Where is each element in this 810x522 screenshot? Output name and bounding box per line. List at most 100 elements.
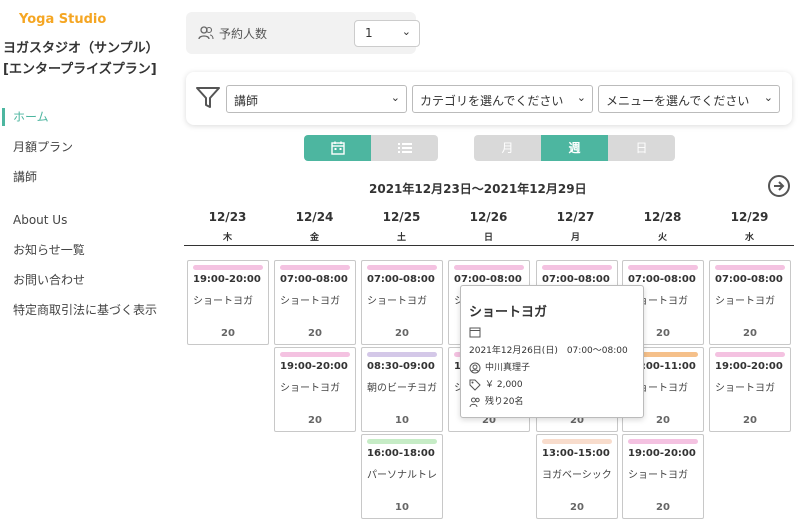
lesson-time: 07:00-08:00 [367,274,435,285]
day-weekday: 金 [309,233,319,243]
lesson-time: 19:00-20:00 [193,274,261,285]
lesson-capacity: 20 [743,415,757,426]
chevron-down-icon: ⌄ [763,91,773,104]
day-weekday: 月 [570,233,580,243]
tag-icon [469,379,481,391]
lesson-time: 16:00-18:00 [367,448,435,459]
lesson-capacity: 20 [221,328,235,339]
day-header: 12/28 火 [619,205,706,243]
period-toggle: 月 週 日 [474,135,675,161]
nav-item-home[interactable]: ホーム [0,102,170,132]
lesson-time: 08:30-09:00 [367,361,435,372]
lesson-title: ショートヨガ [628,470,688,481]
lesson-card[interactable]: 16:00-18:00 パーソナルトレ 10 [361,434,443,519]
calendar-view-button[interactable] [304,135,371,161]
lesson-card[interactable]: 19:00-20:00 ショートヨガ 20 [274,347,356,432]
lesson-card[interactable]: 07:00-08:00 ショートヨガ 20 [709,260,791,345]
lesson-time: 19:00-20:00 [715,361,783,372]
lesson-color-bar [367,265,437,270]
people-icon [469,397,480,407]
user-icon [469,362,481,373]
week-view-button[interactable]: 週 [541,135,608,161]
day-header: 12/23 木 [184,205,271,243]
lesson-card[interactable]: 07:00-08:00 ショートヨガ 20 [361,260,443,345]
lesson-time: 19:00-20:00 [280,361,348,372]
lesson-tooltip: ショートヨガ 2021年12月26日(日) 07:00～08:00 中川真理子 … [460,285,644,418]
list-icon [398,143,412,153]
lesson-capacity: 20 [308,328,322,339]
menu-select-value: メニューを選んでください [606,94,750,108]
tooltip-price-row: ￥ 2,000 [469,377,523,391]
nav-item-monthly-plan[interactable]: 月額プラン [0,132,170,162]
day-date: 12/29 [730,210,769,224]
day-date: 12/25 [382,210,421,224]
lesson-card[interactable]: 19:00-20:00 ショートヨガ 20 [622,434,704,519]
day-header: 12/24 金 [271,205,358,243]
tooltip-title: ショートヨガ [469,305,548,320]
chevron-down-icon: ⌄ [390,91,400,104]
lesson-color-bar [715,265,785,270]
day-weekday: 土 [396,233,406,243]
lesson-capacity: 10 [395,415,409,426]
day-weekday: 水 [744,233,754,243]
studio-name-line1: ヨガスタジオ（サンプル） [3,41,159,56]
day-header: 12/26 日 [445,205,532,243]
main-content: 予約人数 1 ⌄ 講師 ⌄ カテゴリを選んでください ⌄ メニューを選んでくださ… [170,0,810,522]
nav-item-legal-notice[interactable]: 特定商取引法に基づく表示 [0,295,170,325]
next-week-button[interactable] [768,175,790,197]
lesson-card[interactable]: 08:30-09:00 朝のビーチヨガ 10 [361,347,443,432]
lesson-card[interactable]: 07:00-08:00 ショートヨガ 20 [274,260,356,345]
lesson-time: 19:00-20:00 [628,448,696,459]
instructor-select[interactable]: 講師 ⌄ [226,85,407,113]
date-range-title: 2021年12月23日～2021年12月29日 [369,182,587,196]
week-header: 12/23 木 12/24 金 12/25 土 12/26 日 12/27 月 12/28 火 12/2… [184,205,794,246]
day-weekday: 木 [222,233,232,243]
tooltip-calendar-row [469,326,485,338]
lesson-title: パーソナルトレ [367,470,437,481]
arrow-right-icon [774,181,785,191]
people-icon [198,26,214,40]
lesson-card[interactable]: 13:00-15:00 ヨガベーシック 20 [536,434,618,519]
day-date: 12/24 [295,210,334,224]
lesson-title: ショートヨガ [715,296,775,307]
category-select[interactable]: カテゴリを選んでください ⌄ [412,85,593,113]
category-select-value: カテゴリを選んでください [420,94,564,108]
nav-item-instructors[interactable]: 講師 [0,162,170,192]
lesson-card[interactable]: 19:00-20:00 ショートヨガ 20 [709,347,791,432]
party-size-select[interactable]: 1 ⌄ [354,20,420,47]
tooltip-remaining: 残り20名 [485,397,524,407]
nav-divider-gap [0,192,170,205]
tooltip-instructor-row: 中川真理子 [469,360,530,374]
nav-item-contact[interactable]: お問い合わせ [0,265,170,295]
day-header: 12/27 月 [532,205,619,243]
lesson-title: 朝のビーチヨガ [367,383,437,394]
lesson-card[interactable]: 19:00-20:00 ショートヨガ 20 [187,260,269,345]
nav-item-about-us[interactable]: About Us [0,205,170,235]
lesson-color-bar [715,352,785,357]
logo[interactable]: Yoga Studio [19,12,106,27]
lesson-capacity: 10 [395,502,409,513]
lesson-title: ショートヨガ [280,296,340,307]
lesson-capacity: 20 [743,328,757,339]
tooltip-remaining-row: 残り20名 [469,394,523,408]
lesson-color-bar [542,265,612,270]
day-view-button[interactable]: 日 [608,135,675,161]
instructor-select-value: 講師 [234,94,259,108]
lesson-color-bar [367,352,437,357]
lesson-color-bar [628,439,698,444]
party-size-label: 予約人数 [219,27,268,41]
day-header: 12/25 土 [358,205,445,243]
lesson-time: 07:00-08:00 [628,274,696,285]
sidebar-nav: ホーム 月額プラン 講師 About Us お知らせ一覧 お問い合わせ 特定商取… [0,102,170,325]
filter-panel: 講師 ⌄ カテゴリを選んでください ⌄ メニューを選んでください ⌄ [186,72,792,125]
day-date: 12/26 [469,210,508,224]
menu-select[interactable]: メニューを選んでください ⌄ [598,85,780,113]
list-view-button[interactable] [371,135,438,161]
chevron-down-icon: ⌄ [576,91,586,104]
nav-item-news[interactable]: お知らせ一覧 [0,235,170,265]
month-view-button[interactable]: 月 [474,135,541,161]
lesson-title: ヨガベーシック [542,470,612,481]
day-date: 12/28 [643,210,682,224]
lesson-color-bar [454,265,524,270]
chevron-down-icon: ⌄ [401,25,411,38]
